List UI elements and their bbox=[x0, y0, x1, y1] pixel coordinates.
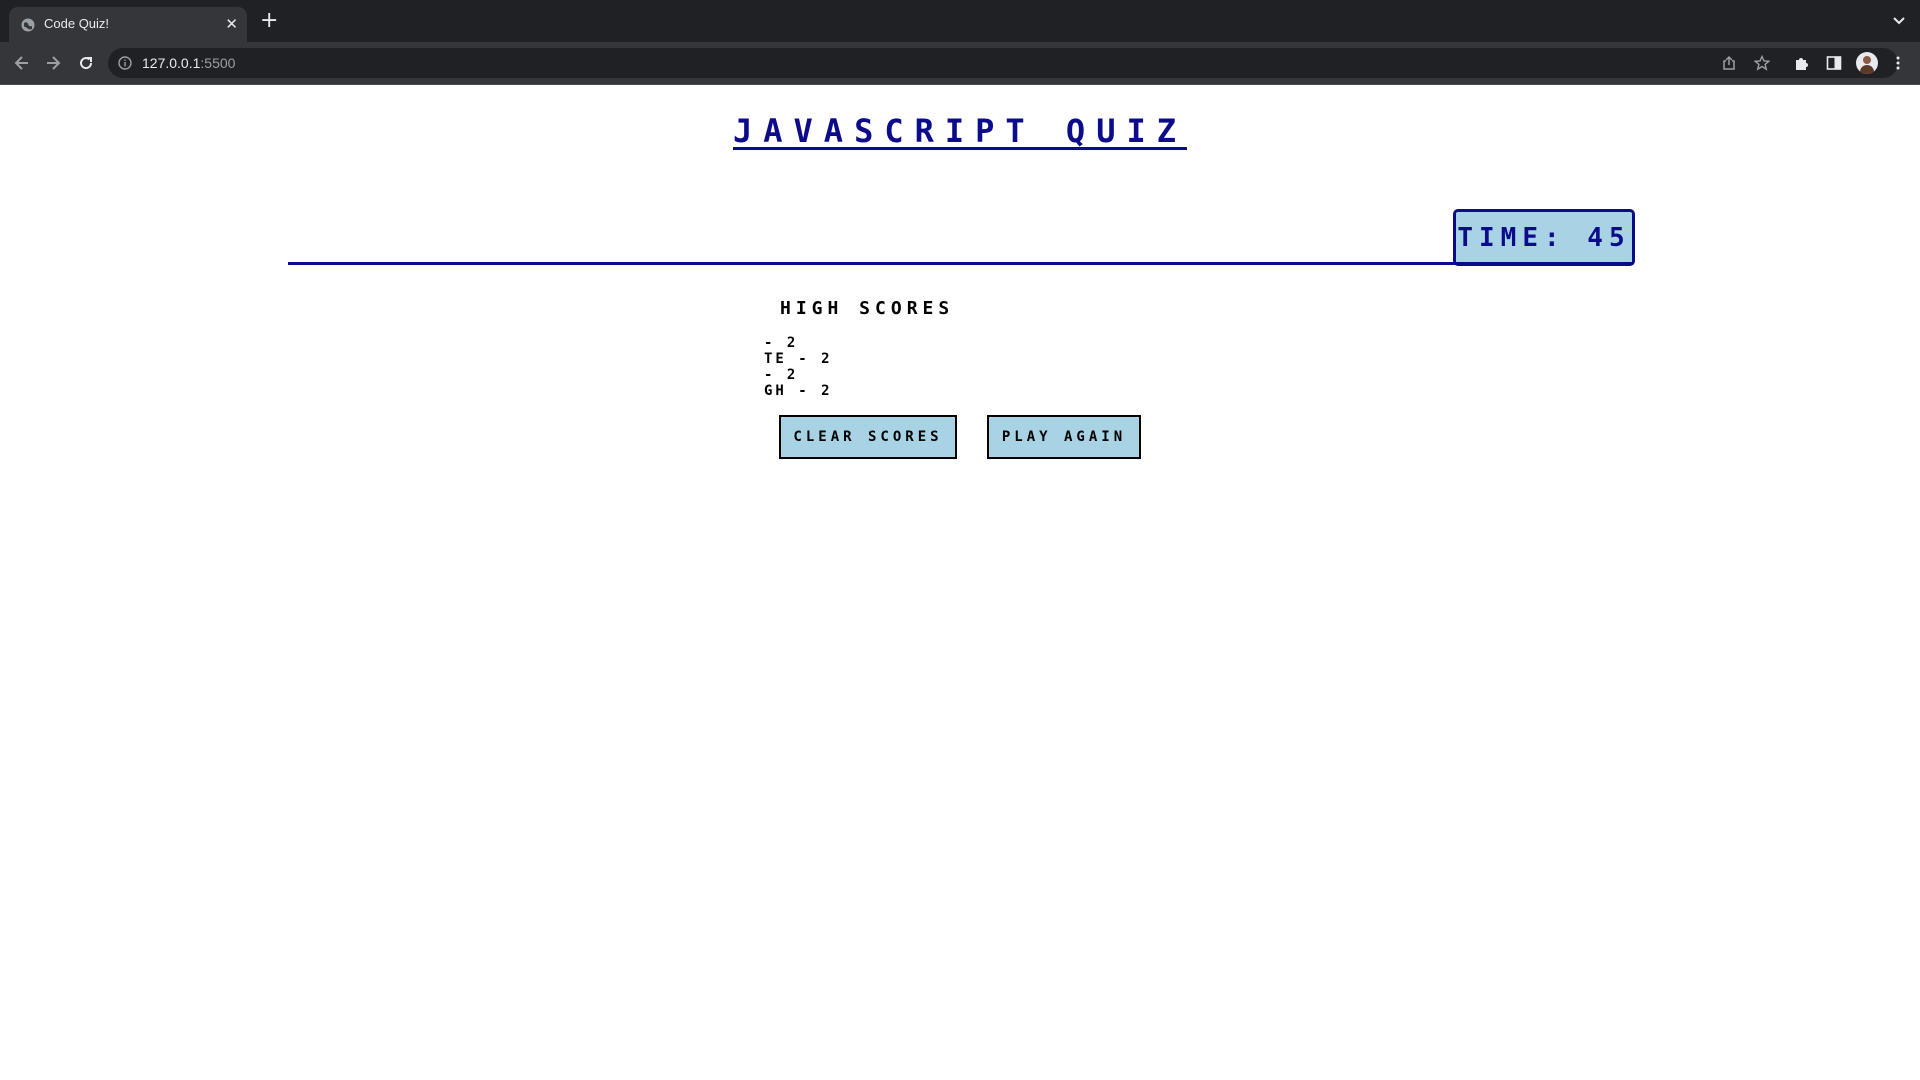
avatar[interactable] bbox=[1856, 52, 1878, 74]
score-item: - 2 bbox=[764, 335, 799, 351]
chevron-down-icon[interactable] bbox=[1892, 14, 1906, 28]
chrome-divider bbox=[0, 84, 1920, 85]
star-icon[interactable] bbox=[1754, 55, 1770, 71]
avatar-head bbox=[1863, 56, 1871, 64]
close-icon[interactable]: ✕ bbox=[225, 15, 238, 33]
browser-toolbar: 127.0.0.1:5500 bbox=[0, 42, 1920, 84]
high-scores-list: - 2 TE - 2 - 2 GH - 2 bbox=[764, 335, 833, 399]
score-item: GH - 2 bbox=[764, 383, 833, 399]
header-divider bbox=[288, 262, 1632, 265]
play-again-button[interactable]: Play Again bbox=[987, 415, 1141, 459]
forward-arrow-icon[interactable] bbox=[43, 53, 63, 73]
score-item: TE - 2 bbox=[764, 351, 833, 367]
clear-scores-button[interactable]: Clear Scores bbox=[779, 415, 957, 459]
tab-strip: Code Quiz! ✕ + bbox=[0, 0, 1920, 42]
plus-icon[interactable]: + bbox=[260, 10, 278, 32]
share-icon[interactable] bbox=[1721, 55, 1737, 71]
url-port: :5500 bbox=[200, 55, 236, 71]
score-item: - 2 bbox=[764, 367, 799, 383]
url-text: 127.0.0.1:5500 bbox=[142, 55, 235, 71]
info-icon[interactable] bbox=[118, 56, 132, 70]
reload-icon[interactable] bbox=[76, 53, 96, 73]
kebab-menu-icon[interactable] bbox=[1890, 55, 1906, 71]
tab-title: Code Quiz! bbox=[44, 16, 110, 31]
timer-text: Time: 45 bbox=[1457, 222, 1631, 253]
avatar-body bbox=[1860, 65, 1874, 74]
browser-tab[interactable]: Code Quiz! ✕ bbox=[9, 7, 247, 42]
url-host: 127.0.0.1 bbox=[142, 55, 201, 71]
page-title-text: Javascript Quiz bbox=[733, 112, 1187, 150]
sidepanel-icon[interactable] bbox=[1826, 55, 1842, 71]
puzzle-icon[interactable] bbox=[1794, 55, 1810, 71]
address-bar[interactable]: 127.0.0.1:5500 bbox=[108, 48, 1898, 78]
high-scores-heading: High Scores bbox=[780, 298, 955, 319]
back-arrow-icon[interactable] bbox=[12, 53, 32, 73]
globe-icon bbox=[21, 18, 35, 32]
page-title: Javascript Quiz bbox=[0, 112, 1920, 150]
timer-box: Time: 45 bbox=[1453, 209, 1635, 266]
